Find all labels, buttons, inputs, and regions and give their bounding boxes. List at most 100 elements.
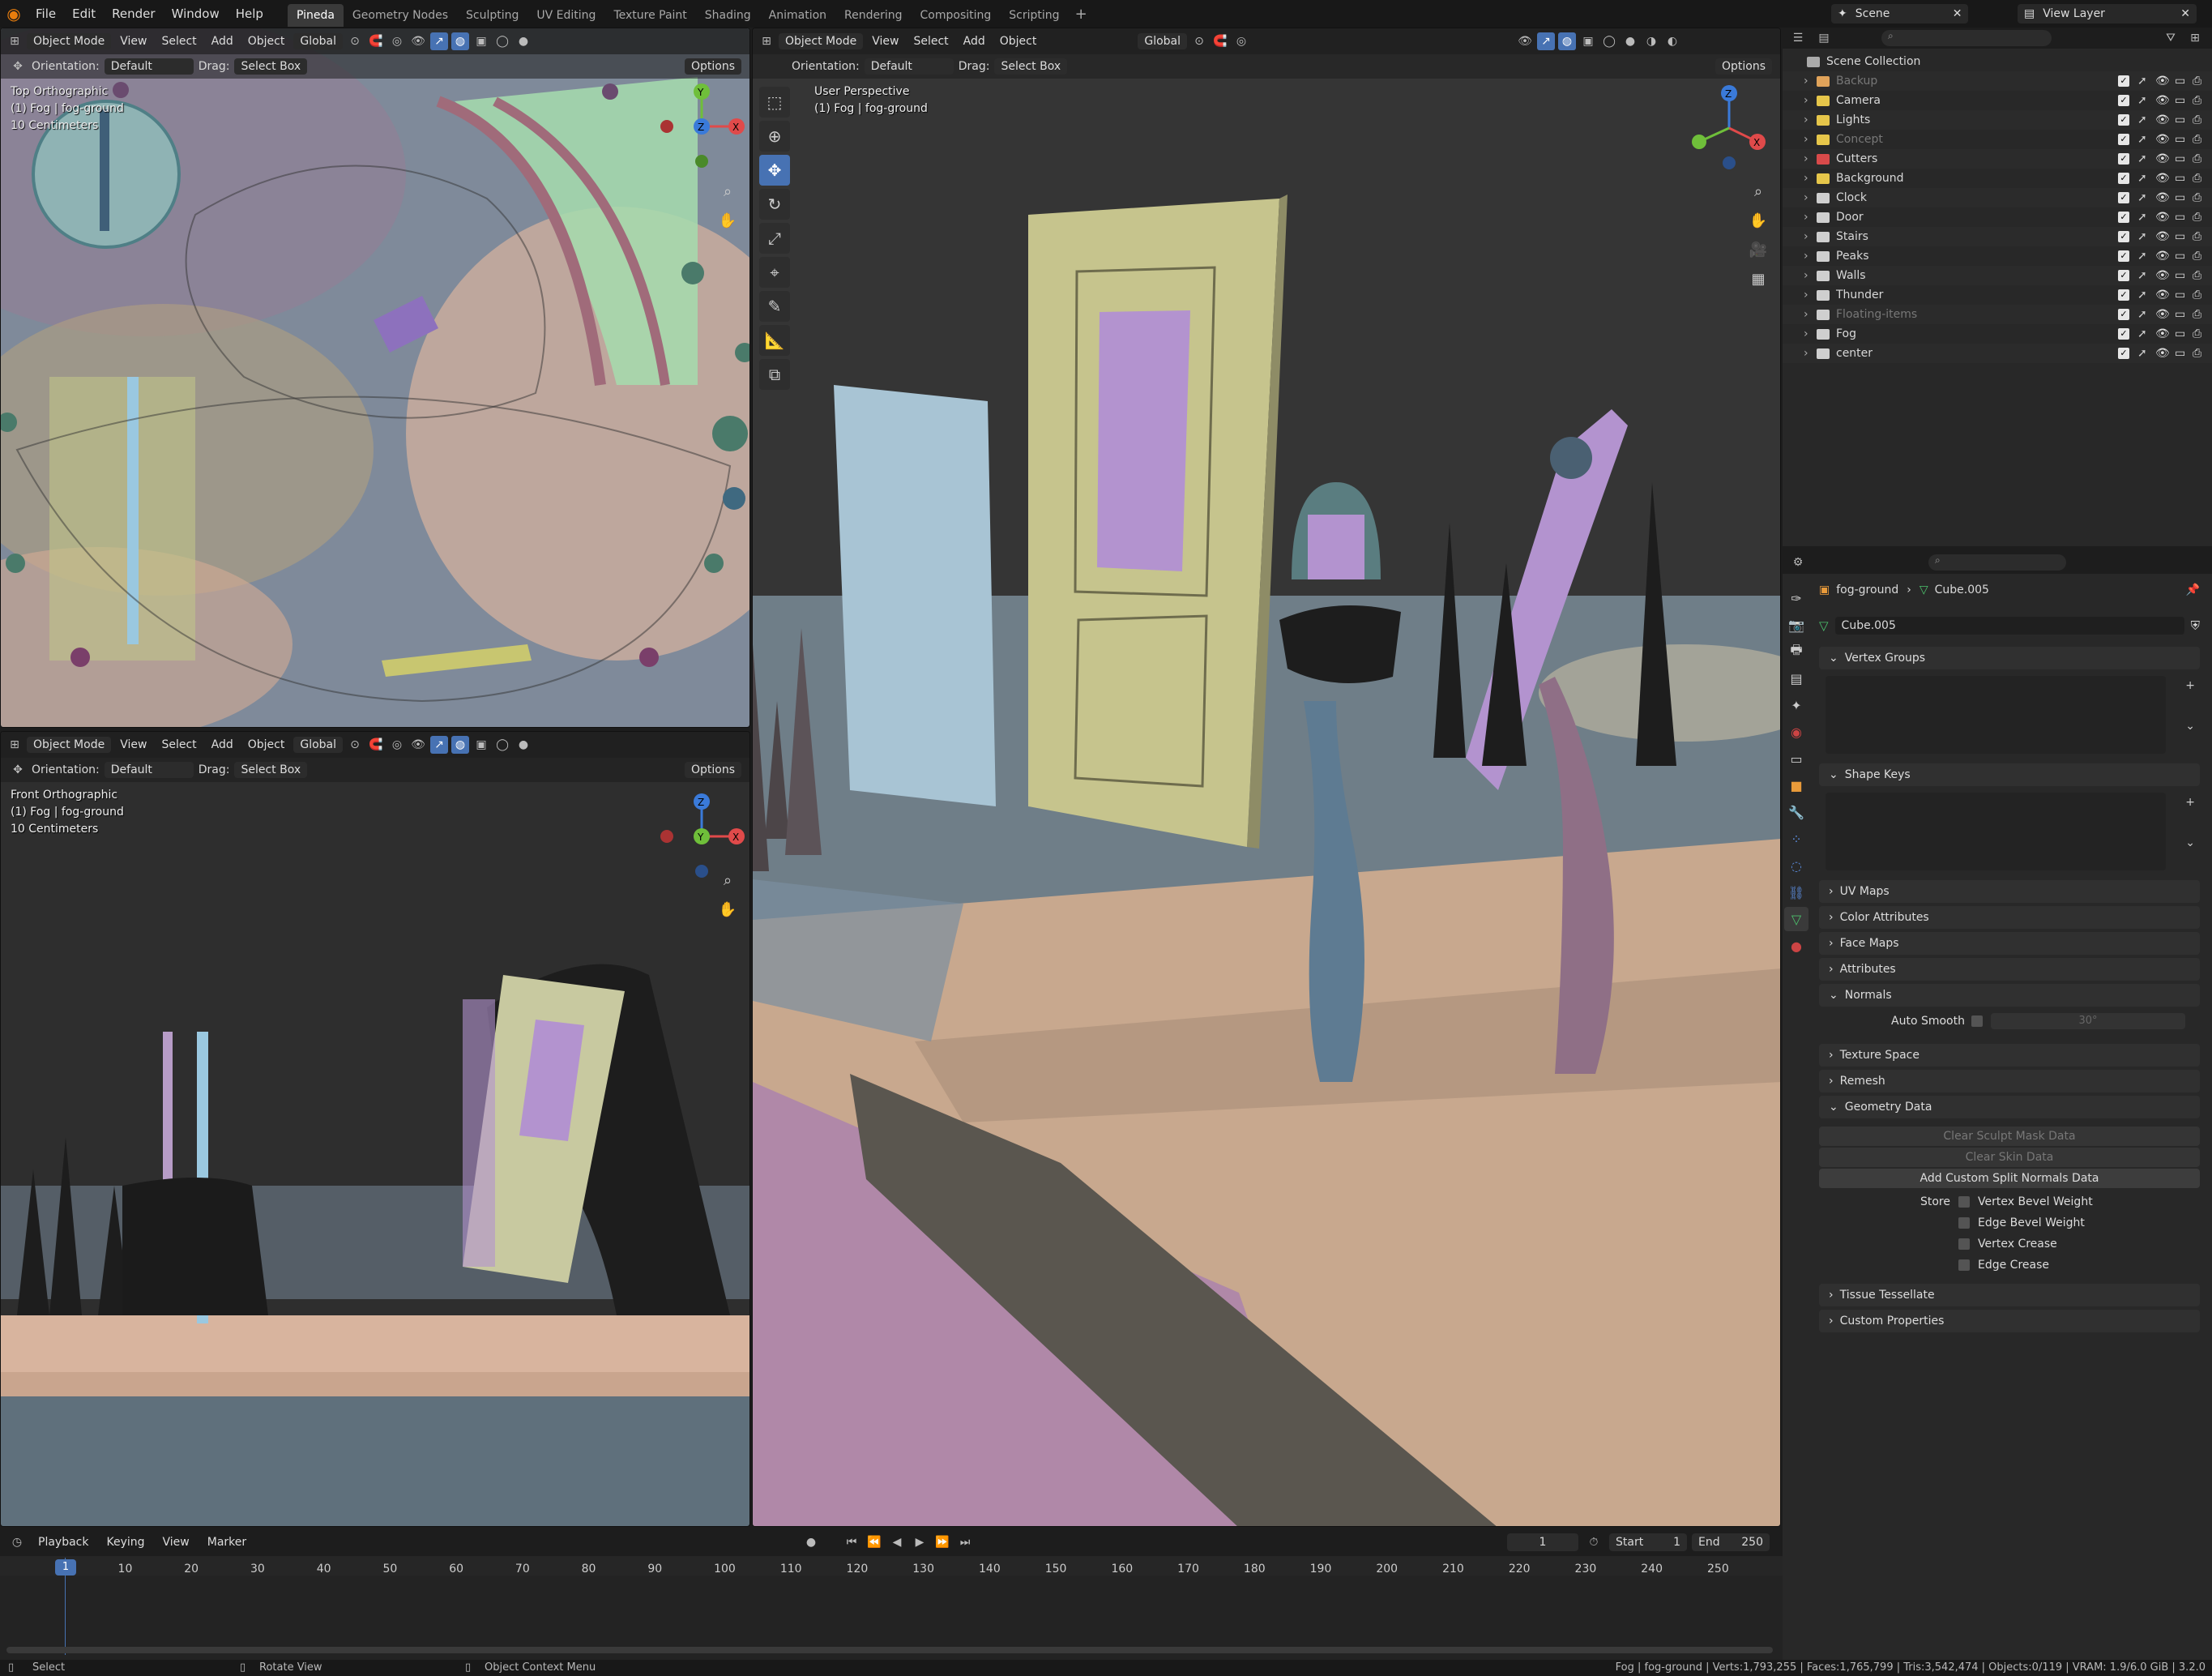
snap-icon[interactable]: 🧲 bbox=[367, 736, 385, 754]
eye-icon[interactable]: 👁 bbox=[2155, 191, 2170, 204]
monitor-icon[interactable]: ▭ bbox=[2175, 75, 2185, 88]
mesh-data-tab-icon[interactable]: ▽ bbox=[1784, 907, 1808, 931]
chevron-right-icon[interactable]: › bbox=[1804, 94, 1813, 107]
uv-maps-header[interactable]: › UV Maps bbox=[1819, 880, 2200, 903]
current-frame-field[interactable]: 1 bbox=[1507, 1533, 1578, 1551]
chevron-right-icon[interactable]: › bbox=[1804, 250, 1813, 263]
outliner-collection-row[interactable]: › Thunder ✓ ➚ 👁 ▭ ⎙ bbox=[1783, 285, 2212, 305]
eye-icon[interactable]: 👁 bbox=[2155, 327, 2170, 340]
proportional-edit-icon[interactable]: ◎ bbox=[1232, 32, 1250, 50]
outliner-collection-row[interactable]: › Walls ✓ ➚ 👁 ▭ ⎙ bbox=[1783, 266, 2212, 285]
end-frame-field[interactable]: End 250 bbox=[1692, 1533, 1770, 1551]
workspace-tab-geometry-nodes[interactable]: Geometry Nodes bbox=[344, 4, 457, 27]
chevron-down-icon[interactable]: ⌄ bbox=[2185, 720, 2195, 733]
monitor-icon[interactable]: ▭ bbox=[2175, 250, 2185, 263]
selectable-arrow-icon[interactable]: ➚ bbox=[2137, 152, 2147, 165]
outliner-collection-row[interactable]: › Concept ✓ ➚ 👁 ▭ ⎙ bbox=[1783, 130, 2212, 149]
eye-icon[interactable]: 👁 bbox=[2155, 211, 2170, 224]
camera-render-icon[interactable]: ⎙ bbox=[2193, 113, 2201, 126]
fake-user-shield-icon[interactable]: ⛨ bbox=[2191, 618, 2200, 633]
orientation-dropdown[interactable]: Default bbox=[864, 58, 954, 75]
vertex-bevel-checkbox[interactable] bbox=[1958, 1196, 1970, 1208]
exclude-checkbox[interactable]: ✓ bbox=[2118, 114, 2129, 126]
selectable-arrow-icon[interactable]: ➚ bbox=[2137, 289, 2147, 301]
prev-keyframe-icon[interactable]: ⏪ bbox=[865, 1533, 883, 1551]
select-box-tool-icon[interactable]: ⬚ bbox=[759, 87, 790, 118]
gizmo-icon[interactable]: ↗ bbox=[430, 32, 449, 50]
camera-render-icon[interactable]: ⎙ bbox=[2193, 347, 2201, 360]
pan-hand-icon[interactable]: ✋ bbox=[715, 897, 740, 921]
monitor-icon[interactable]: ▭ bbox=[2175, 94, 2185, 107]
camera-render-icon[interactable]: ⎙ bbox=[2193, 191, 2201, 204]
xray-icon[interactable]: ▣ bbox=[472, 736, 490, 754]
menu-object[interactable]: Object bbox=[242, 738, 291, 751]
menu-render[interactable]: Render bbox=[104, 0, 163, 28]
scale-tool-icon[interactable]: ⤢ bbox=[759, 223, 790, 254]
shape-keys-header[interactable]: ⌄ Shape Keys bbox=[1819, 763, 2200, 786]
chevron-down-icon[interactable]: ⌄ bbox=[2185, 836, 2195, 849]
menu-file[interactable]: File bbox=[28, 0, 64, 28]
camera-render-icon[interactable]: ⎙ bbox=[2193, 152, 2201, 165]
menu-window[interactable]: Window bbox=[164, 0, 228, 28]
selectable-arrow-icon[interactable]: ➚ bbox=[2137, 191, 2147, 204]
editor-type-icon[interactable]: ◷ bbox=[8, 1533, 26, 1551]
exclude-checkbox[interactable]: ✓ bbox=[2118, 192, 2129, 203]
visibility-icon[interactable]: 👁 bbox=[409, 736, 427, 754]
navigation-gizmo[interactable]: Z X bbox=[1685, 83, 1774, 173]
eye-icon[interactable]: 👁 bbox=[2155, 172, 2170, 185]
chevron-right-icon[interactable]: › bbox=[1804, 172, 1813, 185]
selectable-arrow-icon[interactable]: ➚ bbox=[2137, 211, 2147, 224]
physics-tab-icon[interactable]: ◌ bbox=[1784, 853, 1808, 878]
chevron-right-icon[interactable]: › bbox=[1804, 327, 1813, 340]
vertex-groups-header[interactable]: ⌄ Vertex Groups bbox=[1819, 647, 2200, 669]
monitor-icon[interactable]: ▭ bbox=[2175, 308, 2185, 321]
options-dropdown[interactable]: Options bbox=[684, 762, 741, 778]
outliner-search-input[interactable]: ⌕ bbox=[1881, 30, 2052, 46]
exclude-checkbox[interactable]: ✓ bbox=[2118, 270, 2129, 281]
view-layer-selector[interactable]: ▤ View Layer ✕ bbox=[2018, 4, 2197, 24]
overlay-icon[interactable]: ◍ bbox=[451, 736, 470, 754]
properties-search-input[interactable]: ⌕ bbox=[1928, 554, 2066, 571]
monitor-icon[interactable]: ▭ bbox=[2175, 113, 2185, 126]
exclude-checkbox[interactable]: ✓ bbox=[2118, 173, 2129, 184]
shading-solid-icon[interactable]: ● bbox=[515, 736, 532, 754]
camera-render-icon[interactable]: ⎙ bbox=[2193, 327, 2201, 340]
camera-render-icon[interactable]: ⎙ bbox=[2193, 308, 2201, 321]
selectable-arrow-icon[interactable]: ➚ bbox=[2137, 250, 2147, 263]
close-icon[interactable]: ✕ bbox=[2180, 7, 2190, 20]
scene-tab-icon[interactable]: ✦ bbox=[1784, 693, 1808, 717]
cursor-tool-icon[interactable]: ⊕ bbox=[759, 121, 790, 152]
filter-icon[interactable]: ⛛ bbox=[2162, 29, 2180, 47]
view-layer-tab-icon[interactable]: ▤ bbox=[1784, 666, 1808, 690]
outliner-collection-row[interactable]: › Stairs ✓ ➚ 👁 ▭ ⎙ bbox=[1783, 227, 2212, 246]
camera-render-icon[interactable]: ⎙ bbox=[2193, 172, 2201, 185]
outliner-collection-row[interactable]: › Floating-items ✓ ➚ 👁 ▭ ⎙ bbox=[1783, 305, 2212, 324]
exclude-checkbox[interactable]: ✓ bbox=[2118, 328, 2129, 340]
monitor-icon[interactable]: ▭ bbox=[2175, 230, 2185, 243]
selectable-arrow-icon[interactable]: ➚ bbox=[2137, 269, 2147, 282]
auto-smooth-checkbox[interactable] bbox=[1971, 1015, 1983, 1027]
zoom-icon[interactable]: ⌕ bbox=[715, 179, 740, 203]
remesh-header[interactable]: › Remesh bbox=[1819, 1070, 2200, 1092]
menu-view[interactable]: View bbox=[157, 1536, 195, 1549]
mesh-datablock-name[interactable]: Cube.005 bbox=[1834, 617, 2184, 635]
shape-keys-list[interactable] bbox=[1826, 793, 2166, 870]
drag-dropdown[interactable]: Select Box bbox=[994, 58, 1068, 75]
vertex-crease-checkbox[interactable] bbox=[1958, 1238, 1970, 1250]
exclude-checkbox[interactable]: ✓ bbox=[2118, 250, 2129, 262]
xray-icon[interactable]: ▣ bbox=[1579, 32, 1597, 50]
drag-dropdown[interactable]: Select Box bbox=[234, 58, 308, 75]
pivot-icon[interactable]: ⊙ bbox=[346, 736, 364, 754]
monitor-icon[interactable]: ▭ bbox=[2175, 133, 2185, 146]
visibility-icon[interactable]: 👁 bbox=[1516, 32, 1534, 50]
camera-render-icon[interactable]: ⎙ bbox=[2193, 94, 2201, 107]
geometry-data-header[interactable]: ⌄ Geometry Data bbox=[1819, 1096, 2200, 1118]
mode-dropdown[interactable]: Object Mode bbox=[27, 33, 112, 49]
eye-icon[interactable]: 👁 bbox=[2155, 152, 2170, 165]
workspace-tab-sculpting[interactable]: Sculpting bbox=[457, 4, 527, 27]
menu-object[interactable]: Object bbox=[994, 35, 1043, 48]
tool-tab-icon[interactable]: ✑ bbox=[1784, 586, 1808, 610]
snap-icon[interactable]: 🧲 bbox=[367, 32, 385, 50]
zoom-icon[interactable]: ⌕ bbox=[1746, 179, 1770, 203]
drag-dropdown[interactable]: Select Box bbox=[234, 762, 308, 778]
